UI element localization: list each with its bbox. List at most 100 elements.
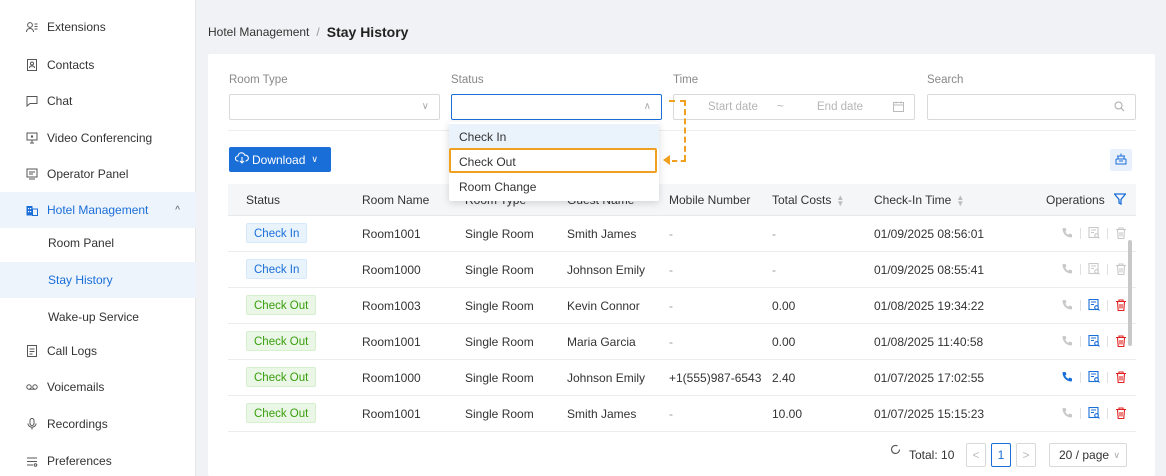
sidebar-item-contacts[interactable]: Contacts — [0, 47, 196, 83]
download-button[interactable]: Download ∨ — [229, 147, 331, 172]
table-scrollbar[interactable] — [1128, 240, 1132, 346]
table-row[interactable]: Check Out Room1000 Single Room Johnson E… — [228, 360, 1136, 396]
operations-cell — [1060, 406, 1128, 420]
sidebar-item-label: Voicemails — [47, 380, 105, 394]
header-total-costs-label: Total Costs — [772, 193, 832, 207]
phone-icon[interactable] — [1060, 262, 1074, 276]
mobile-number-cell: - — [669, 263, 673, 277]
status-select[interactable]: ∧ — [451, 94, 662, 120]
room-type-cell: Single Room — [465, 299, 534, 313]
contacts-icon — [26, 59, 38, 71]
dropdown-option-room-change[interactable]: Room Change — [449, 174, 659, 199]
bill-view-icon[interactable] — [1087, 334, 1101, 348]
refresh-icon[interactable] — [890, 444, 901, 458]
sidebar-item-label: Preferences — [47, 454, 112, 468]
chevron-up-icon[interactable]: ^ — [175, 205, 180, 216]
chat-icon — [26, 95, 38, 107]
sort-icon[interactable]: ▲ ▼ — [956, 193, 964, 207]
sidebar-item-extensions[interactable]: Extensions — [0, 9, 196, 45]
delete-icon[interactable] — [1114, 406, 1128, 420]
room-type-cell: Single Room — [465, 227, 534, 241]
operations-cell — [1060, 262, 1128, 276]
status-badge: Check Out — [246, 367, 317, 387]
calendar-icon — [893, 101, 904, 115]
chevron-down-icon: ∨ — [1113, 449, 1120, 460]
phone-icon[interactable] — [1060, 226, 1074, 240]
sidebar-item-wake-up-service[interactable]: Wake-up Service — [0, 299, 196, 335]
start-date-input[interactable]: Start date — [708, 101, 758, 113]
voicemail-icon — [26, 381, 38, 393]
bill-view-icon[interactable] — [1087, 226, 1101, 240]
sidebar-item-stay-history[interactable]: Stay History — [0, 262, 196, 298]
extensions-icon — [26, 21, 38, 33]
header-total-costs[interactable]: Total Costs ▲ ▼ — [772, 193, 844, 207]
phone-icon[interactable] — [1060, 406, 1074, 420]
bill-view-icon[interactable] — [1087, 406, 1101, 420]
table-row[interactable]: Check Out Room1003 Single Room Kevin Con… — [228, 288, 1136, 324]
guest-name-cell: Maria Garcia — [567, 335, 636, 349]
delete-icon[interactable] — [1114, 370, 1128, 384]
status-badge: Check In — [246, 259, 308, 279]
op-separator — [1080, 263, 1081, 275]
table-row[interactable]: Check Out Room1001 Single Room Maria Gar… — [228, 324, 1136, 360]
total-costs-cell: 2.40 — [772, 371, 796, 385]
bill-view-icon[interactable] — [1087, 370, 1101, 384]
filter-icon[interactable] — [1113, 193, 1127, 208]
callout-arrow — [663, 155, 670, 165]
sort-icon[interactable]: ▲ ▼ — [836, 193, 844, 207]
room-type-cell: Single Room — [465, 407, 534, 421]
preferences-icon — [26, 455, 38, 467]
mobile-number-cell: - — [669, 227, 673, 241]
breadcrumb-separator: / — [316, 25, 320, 39]
chevron-down-icon: ∨ — [421, 101, 429, 112]
table-row[interactable]: Check Out Room1001 Single Room Smith Jam… — [228, 396, 1136, 432]
header-check-in-time-label: Check-In Time — [874, 193, 952, 207]
sidebar-item-operator-panel[interactable]: Operator Panel — [0, 156, 196, 192]
sidebar-item-voicemails[interactable]: Voicemails — [0, 369, 196, 405]
sidebar-item-call-logs[interactable]: Call Logs — [0, 333, 196, 369]
callout-line — [684, 100, 686, 161]
chevron-down-icon: ∨ — [311, 154, 318, 164]
bill-view-icon[interactable] — [1087, 298, 1101, 312]
prev-page-button[interactable]: < — [966, 443, 986, 467]
table-row[interactable]: Check In Room1000 Single Room Johnson Em… — [228, 252, 1136, 288]
guest-name-cell: Smith James — [567, 407, 637, 421]
end-date-input[interactable]: End date — [817, 101, 863, 113]
download-label: Download — [252, 152, 306, 167]
next-page-button[interactable]: > — [1016, 443, 1036, 467]
room-name-cell: Room1000 — [362, 263, 421, 277]
filter-divider — [228, 130, 1136, 131]
delete-icon[interactable] — [1114, 298, 1128, 312]
table-row[interactable]: Check In Room1001 Single Room Smith Jame… — [228, 216, 1136, 252]
search-icon[interactable] — [1114, 101, 1125, 115]
check-in-time-cell: 01/07/2025 15:15:23 — [874, 407, 985, 421]
delete-icon[interactable] — [1114, 334, 1128, 348]
breadcrumb-parent[interactable]: Hotel Management — [208, 25, 309, 39]
sidebar-item-label: Room Panel — [48, 236, 115, 250]
header-check-in-time[interactable]: Check-In Time ▲ ▼ — [874, 193, 964, 207]
dropdown-option-check-in[interactable]: Check In — [449, 124, 659, 149]
phone-icon[interactable] — [1060, 370, 1074, 384]
delete-icon[interactable] — [1114, 226, 1128, 240]
room-name-cell: Room1001 — [362, 227, 421, 241]
call-logs-icon — [26, 345, 38, 357]
video-icon — [26, 132, 38, 144]
search-input[interactable] — [927, 94, 1136, 120]
room-type-select[interactable]: ∨ — [229, 94, 440, 120]
sidebar-item-room-panel[interactable]: Room Panel — [0, 225, 196, 261]
sidebar-item-video-conferencing[interactable]: Video Conferencing — [0, 120, 196, 156]
phone-icon[interactable] — [1060, 334, 1074, 348]
sidebar-item-recordings[interactable]: Recordings — [0, 406, 196, 442]
sidebar-item-chat[interactable]: Chat — [0, 83, 196, 119]
date-range-picker[interactable]: Start date ~ End date — [673, 94, 915, 120]
phone-icon[interactable] — [1060, 298, 1074, 312]
bill-view-icon[interactable] — [1087, 262, 1101, 276]
column-settings-button[interactable] — [1110, 149, 1132, 171]
room-type-cell: Single Room — [465, 335, 534, 349]
page-title: Stay History — [326, 24, 409, 40]
page-size-select[interactable]: 20 / page ∨ — [1049, 443, 1127, 467]
page-1-button[interactable]: 1 — [991, 443, 1011, 467]
sidebar-item-hotel-management[interactable]: Hotel Management ^ — [0, 192, 196, 228]
delete-icon[interactable] — [1114, 262, 1128, 276]
sidebar-item-preferences[interactable]: Preferences — [0, 443, 196, 476]
